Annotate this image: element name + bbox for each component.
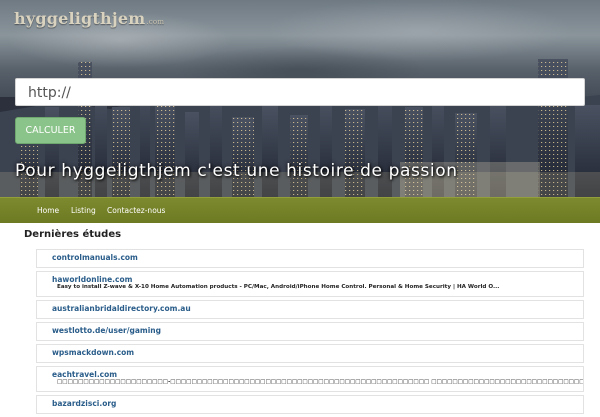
list-item: bazardzisci.org [36, 395, 584, 414]
list-item: haworldonline.com Easy to install Z-wave… [36, 271, 584, 297]
nav-item-listing[interactable]: Listing [71, 198, 96, 223]
site-link[interactable]: controlmanuals.com [52, 253, 583, 262]
studies-list: controlmanuals.com haworldonline.com Eas… [36, 249, 584, 417]
list-item: controlmanuals.com [36, 249, 584, 268]
logo-text: hyggeligthjem [14, 9, 146, 28]
nav-item-contact[interactable]: Contactez-nous [107, 198, 165, 223]
site-link[interactable]: haworldonline.com [52, 275, 583, 284]
list-item: westlotto.de/user/gaming [36, 322, 584, 341]
url-input-value: http:// [28, 85, 71, 101]
site-description: Easy to install Z-wave & X-10 Home Autom… [57, 284, 500, 290]
url-input[interactable]: http:// [15, 78, 585, 106]
calculate-button[interactable]: CALCULER [15, 117, 86, 144]
site-link[interactable]: westlotto.de/user/gaming [52, 326, 583, 335]
site-description: □□□□□□□□□□□□□□□□□□□□□-□□□□□□□□□□□□□□□□□□… [57, 379, 583, 385]
site-link[interactable]: bazardzisci.org [52, 399, 583, 408]
section-title: Dernières études [24, 229, 122, 240]
main-navbar: Home Listing Contactez-nous [0, 197, 600, 223]
hero-banner: hyggeligthjem.com http:// CALCULER Pour … [0, 0, 600, 197]
logo-suffix: .com [146, 18, 165, 26]
site-link[interactable]: australianbridaldirectory.com.au [52, 304, 583, 313]
list-item: australianbridaldirectory.com.au [36, 300, 584, 319]
list-item: wpsmackdown.com [36, 344, 584, 363]
list-item: eachtravel.com □□□□□□□□□□□□□□□□□□□□□-□□□… [36, 366, 584, 392]
site-link[interactable]: wpsmackdown.com [52, 348, 583, 357]
site-logo[interactable]: hyggeligthjem.com [14, 9, 164, 28]
hero-tagline: Pour hyggeligthjem c'est une histoire de… [15, 161, 458, 181]
nav-item-home[interactable]: Home [37, 198, 59, 223]
site-link[interactable]: eachtravel.com [52, 370, 583, 379]
